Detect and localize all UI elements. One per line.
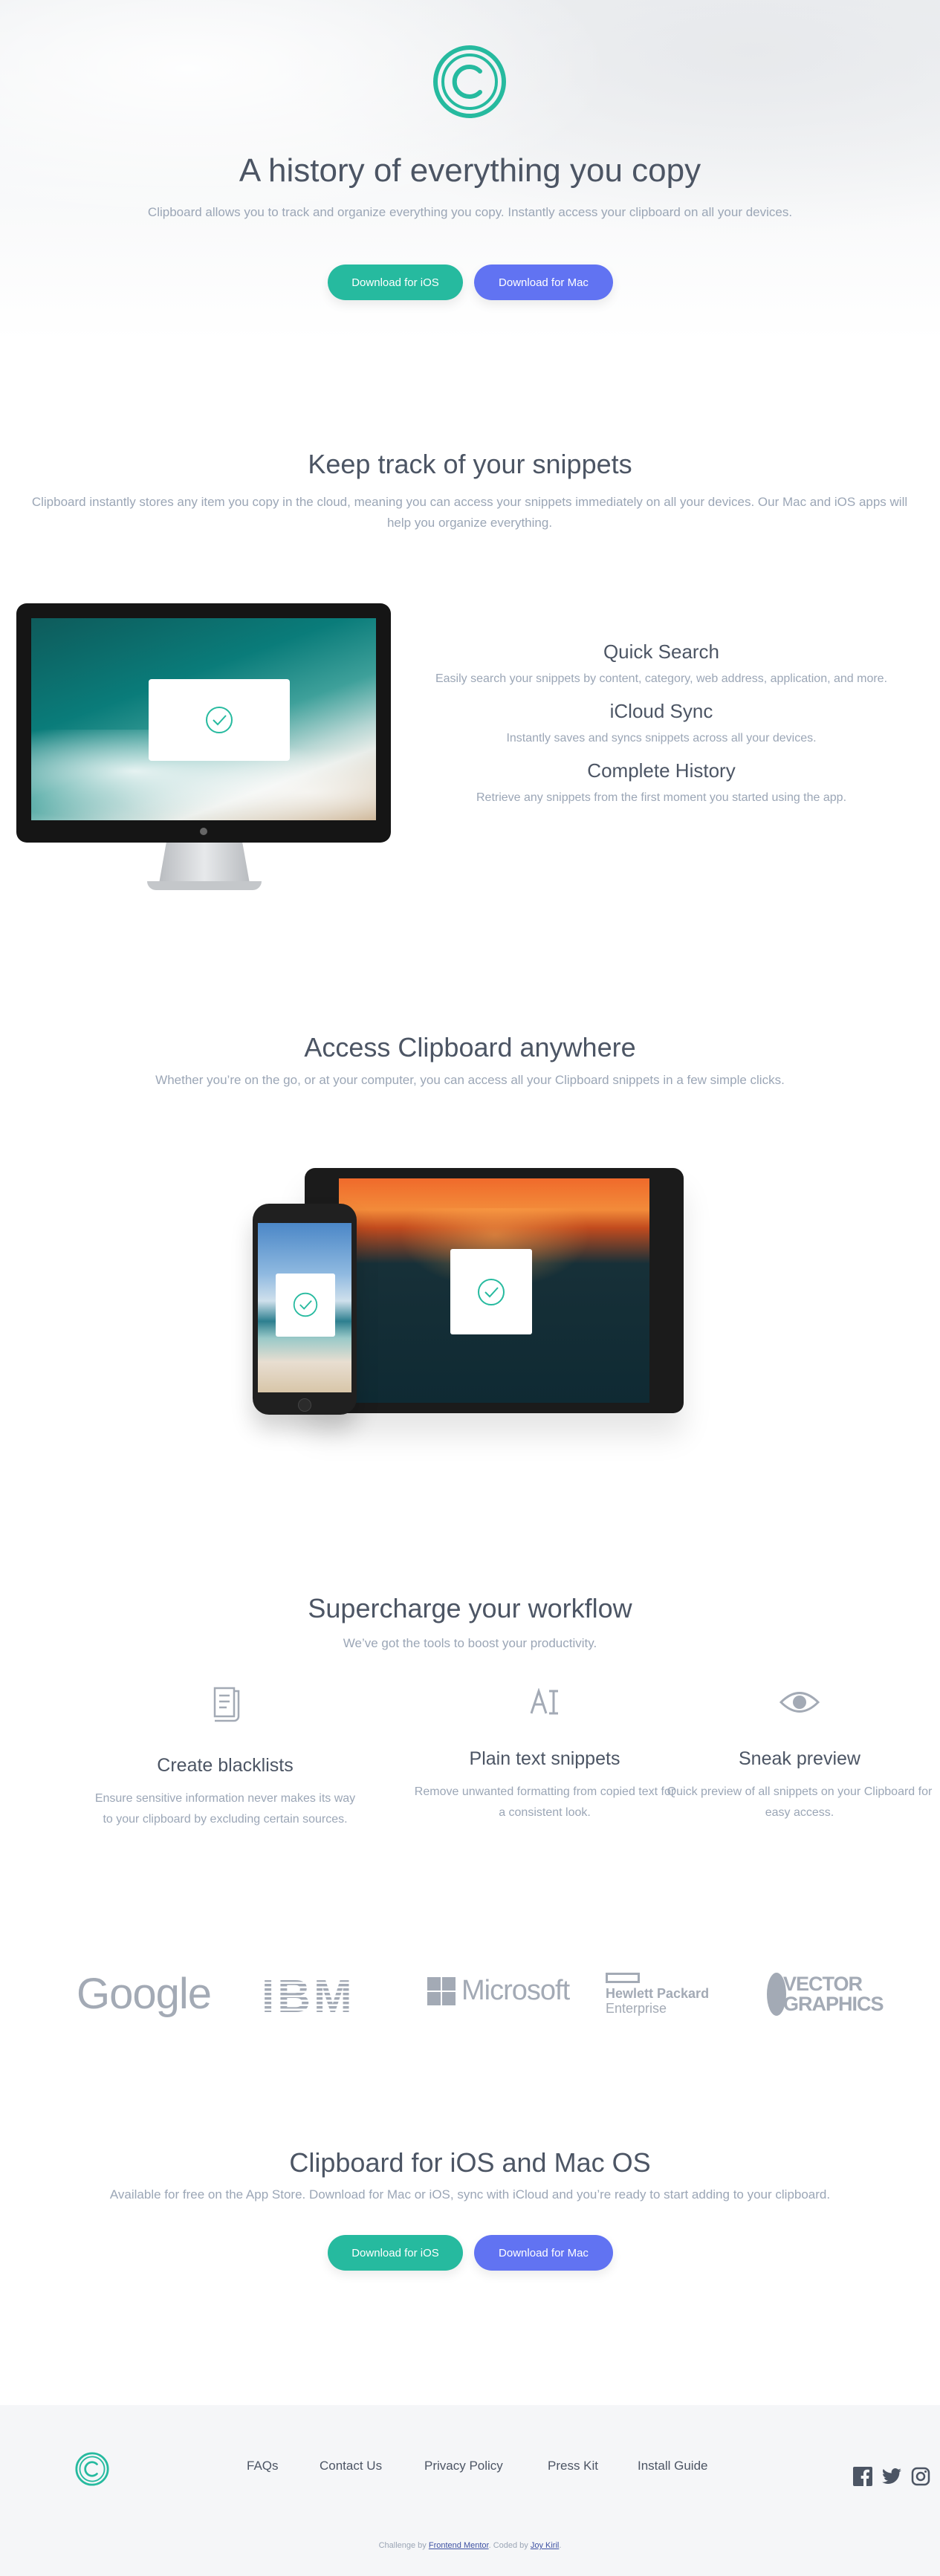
snippets-title: Keep track of your snippets bbox=[308, 449, 632, 479]
monitor-screen bbox=[31, 618, 376, 820]
footer-link-contact-us[interactable]: Contact Us bbox=[320, 2459, 382, 2473]
twitter-icon[interactable] bbox=[882, 2467, 901, 2486]
vector-graphics-logo: VECTOR GRAPHICS bbox=[767, 1973, 884, 2016]
hpe-logo-line2: Enterprise bbox=[606, 2001, 667, 2016]
google-logo: Google bbox=[77, 1970, 212, 2018]
hpe-logo: Hewlett Packard Enterprise bbox=[606, 1973, 709, 2016]
checkmark-icon bbox=[478, 1279, 505, 1305]
monitor-foot bbox=[147, 881, 262, 890]
hpe-logo-line1: Hewlett Packard bbox=[606, 1986, 710, 2001]
instagram-icon[interactable] bbox=[911, 2467, 930, 2486]
tablet-screen bbox=[339, 1178, 649, 1403]
feature-desc-quick-search: Easily search your snippets by content, … bbox=[435, 672, 888, 685]
checkmark-icon bbox=[206, 707, 233, 733]
cta-download-ios-button[interactable]: Download for iOS bbox=[328, 2235, 463, 2271]
vector-graphics-line1: VECTOR bbox=[783, 1973, 863, 1995]
workflow-title: Supercharge your workflow bbox=[308, 1593, 632, 1623]
feature-title-complete-history: Complete History bbox=[587, 759, 736, 782]
phone-card bbox=[276, 1274, 335, 1337]
microsoft-windows-icon bbox=[427, 1976, 456, 2005]
phone-home-button bbox=[298, 1398, 311, 1412]
feature-desc-icloud-sync: Instantly saves and syncs snippets acros… bbox=[506, 732, 817, 744]
workflow-item-title-plain-text: Plain text snippets bbox=[469, 1748, 620, 1769]
page: A history of everything you copy Clipboa… bbox=[0, 0, 940, 2576]
monitor-image bbox=[16, 603, 391, 901]
feature-title-icloud-sync: iCloud Sync bbox=[609, 700, 713, 722]
footer-logo-icon[interactable] bbox=[75, 2452, 109, 2486]
access-subtitle: Whether you’re on the go, or at your com… bbox=[155, 1073, 785, 1087]
workflow-item-title-blacklists: Create blacklists bbox=[157, 1755, 294, 1776]
footer-link-faqs[interactable]: FAQs bbox=[247, 2459, 279, 2473]
eye-icon bbox=[779, 1692, 820, 1713]
feature-desc-complete-history: Retrieve any snippets from the first mom… bbox=[476, 791, 847, 804]
microsoft-logo: Microsoft bbox=[427, 1975, 570, 2007]
attribution: Challenge by Frontend Mentor. Coded by J… bbox=[378, 2541, 562, 2550]
ibm-logo: IBM bbox=[262, 1975, 355, 2017]
author-link[interactable]: Joy Kiril bbox=[531, 2541, 560, 2550]
ibm-logo-text: IBM bbox=[262, 1975, 355, 2017]
tablet-card bbox=[450, 1249, 532, 1334]
facebook-icon[interactable] bbox=[853, 2467, 872, 2486]
cta-title: Clipboard for iOS and Mac OS bbox=[289, 2147, 651, 2178]
phone-screen bbox=[258, 1223, 351, 1392]
footer-link-install-guide[interactable]: Install Guide bbox=[638, 2459, 708, 2473]
cta-subtitle: Available for free on the App Store. Dow… bbox=[109, 2187, 831, 2202]
footer: FAQs Contact Us Privacy Policy Press Kit… bbox=[0, 2405, 940, 2576]
microsoft-logo-text: Microsoft bbox=[461, 1975, 570, 2006]
footer-link-privacy-policy[interactable]: Privacy Policy bbox=[424, 2459, 503, 2473]
clipboard-logo-icon bbox=[433, 45, 506, 118]
hero-title: A history of everything you copy bbox=[239, 152, 701, 189]
vector-graphics-line2: GRAPHICS bbox=[783, 1993, 884, 2015]
monitor-card bbox=[149, 679, 290, 761]
hero-subtitle: Clipboard allows you to track and organi… bbox=[147, 205, 793, 219]
tablet-image bbox=[305, 1168, 684, 1413]
monitor-stand bbox=[159, 843, 250, 883]
blacklist-icon bbox=[213, 1687, 240, 1722]
workflow-item-desc-sneak-preview: Quick preview of all snippets on your Cl… bbox=[667, 1785, 933, 1819]
workflow-item-desc-plain-text: Remove unwanted formatting from copied t… bbox=[414, 1785, 675, 1819]
phone-image bbox=[253, 1204, 357, 1415]
snippets-subtitle: Clipboard instantly stores any item you … bbox=[31, 495, 908, 530]
cta-download-mac-button[interactable]: Download for Mac bbox=[474, 2235, 613, 2271]
feature-title-quick-search: Quick Search bbox=[603, 640, 720, 663]
workflow-item-desc-blacklists: Ensure sensitive information never makes… bbox=[94, 1792, 356, 1826]
text-icon bbox=[530, 1688, 558, 1715]
apple-logo-icon bbox=[200, 828, 207, 835]
download-ios-button[interactable]: Download for iOS bbox=[328, 265, 463, 300]
frontend-mentor-link[interactable]: Frontend Mentor bbox=[429, 2541, 489, 2550]
checkmark-icon bbox=[293, 1292, 318, 1317]
footer-link-press-kit[interactable]: Press Kit bbox=[548, 2459, 598, 2473]
hpe-rectangle-icon bbox=[606, 1973, 640, 1983]
download-mac-button[interactable]: Download for Mac bbox=[474, 265, 613, 300]
access-title: Access Clipboard anywhere bbox=[304, 1032, 636, 1062]
workflow-item-title-sneak-preview: Sneak preview bbox=[739, 1748, 860, 1769]
workflow-subtitle: We’ve got the tools to boost your produc… bbox=[343, 1636, 597, 1650]
